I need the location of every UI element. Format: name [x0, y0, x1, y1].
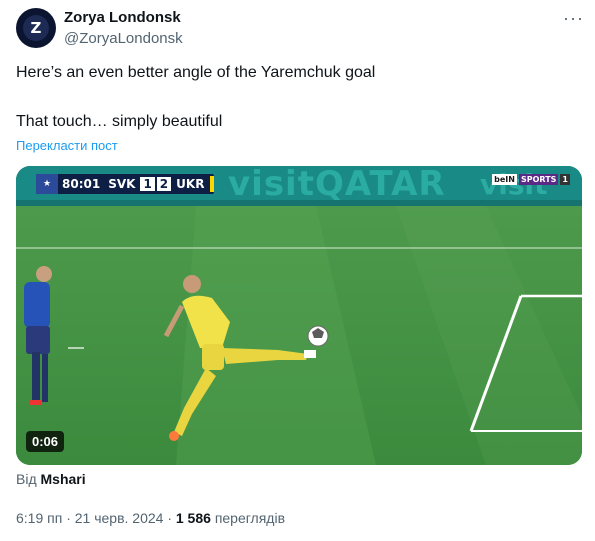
author-handle[interactable]: @ZoryaLondonsk — [64, 30, 183, 47]
match-clock: 80:01 — [62, 177, 101, 191]
banner-advert: visitQATAR — [228, 166, 446, 204]
score-home: 1 — [140, 177, 155, 191]
tweet-text-line-1: Here’s an even better angle of the Yarem… — [16, 64, 376, 81]
author-name[interactable]: Zorya Londonsk — [64, 9, 181, 26]
video-source-author[interactable]: Mshari — [41, 471, 86, 487]
tweet-author-avatar[interactable]: Z — [16, 8, 56, 48]
tweet-timestamp[interactable]: 6:19 пп · 21 черв. 2024 · — [16, 510, 172, 526]
video-frame — [16, 166, 582, 465]
video-duration-badge: 0:06 — [26, 431, 65, 452]
team-away-color — [210, 176, 215, 192]
avatar-logo: Z — [23, 15, 49, 41]
video-source-prefix: Від — [16, 471, 37, 487]
scoreboard: ★ 80:01 SVK 1 2 UKR — [36, 174, 215, 194]
score-away: 2 — [156, 177, 172, 191]
video-source: Від Mshari — [16, 471, 86, 487]
translate-post-link[interactable]: Перекласти пост — [16, 138, 118, 153]
broadcaster-logo: beIN SPORTS 1 — [492, 174, 570, 185]
views-label: переглядів — [214, 510, 286, 526]
team-away: UKR — [176, 177, 205, 191]
more-options-icon[interactable]: ··· — [563, 8, 584, 29]
video-player[interactable]: visitQATAR visit ★ 80:01 SVK 1 2 UKR beI… — [16, 166, 582, 465]
tweet-meta: 6:19 пп · 21 черв. 2024 · 1 586 перегляд… — [16, 510, 285, 526]
team-home: SVK — [108, 177, 136, 191]
euro-logo-icon: ★ — [36, 174, 58, 194]
views-count: 1 586 — [175, 510, 211, 526]
tweet-text-line-2: That touch… simply beautiful — [16, 113, 223, 130]
